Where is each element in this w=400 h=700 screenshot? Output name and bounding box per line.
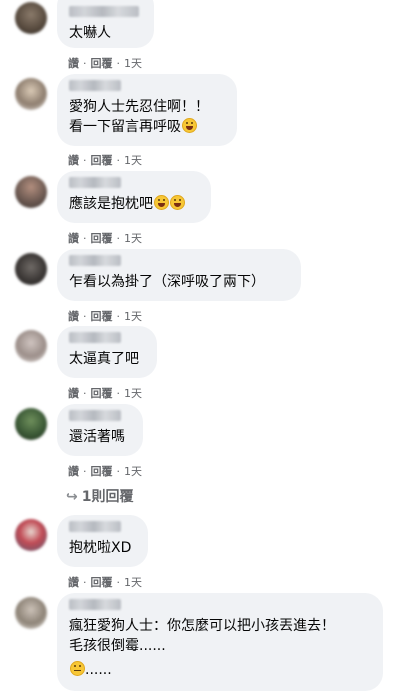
timestamp[interactable]: 1天 [124, 55, 142, 71]
comment-text: 太嚇人 [69, 25, 111, 41]
commenter-name-blurred[interactable] [69, 599, 121, 610]
like-link[interactable]: 讚 [68, 574, 79, 590]
reply-link[interactable]: 回覆 [91, 55, 113, 71]
timestamp[interactable]: 1天 [124, 574, 142, 590]
comment-text: 抱枕啦XD [69, 540, 132, 556]
commenter-name-blurred[interactable] [69, 80, 121, 91]
comment-actions: 讚 · 回覆 · 1天 [68, 385, 142, 401]
comment-bubble: 愛狗人士先忍住啊！！ 看一下留言再呼吸 [57, 74, 237, 146]
avatar[interactable] [15, 408, 47, 440]
like-link[interactable]: 讚 [68, 385, 79, 401]
comment-text-line3: ...... [69, 660, 371, 680]
comment-text: 愛狗人士先忍住啊！！ [69, 99, 209, 115]
like-link[interactable]: 讚 [68, 463, 79, 479]
comment-text: 乍看以為掛了（深呼吸了兩下） [69, 274, 265, 290]
comment-text-line2: 毛孩很倒霉...... [69, 638, 166, 654]
comment-bubble: 乍看以為掛了（深呼吸了兩下） [57, 249, 301, 301]
comment-actions: 讚 · 回覆 · 1天 [68, 574, 142, 590]
comment-bubble: 還活著嗎 [57, 404, 143, 456]
commenter-name-blurred[interactable] [69, 332, 121, 343]
like-link[interactable]: 讚 [68, 230, 79, 246]
reply-link[interactable]: 回覆 [91, 385, 113, 401]
timestamp[interactable]: 1天 [124, 230, 142, 246]
commenter-name-blurred[interactable] [69, 521, 121, 532]
commenter-name-blurred[interactable] [69, 177, 121, 188]
reply-link[interactable]: 回覆 [91, 152, 113, 168]
avatar[interactable] [15, 176, 47, 208]
comment-actions: 讚 · 回覆 · 1天 [68, 308, 142, 324]
comment-bubble: 太逼真了吧 [57, 326, 157, 378]
timestamp[interactable]: 1天 [124, 308, 142, 324]
avatar[interactable] [15, 519, 47, 551]
timestamp[interactable]: 1天 [124, 152, 142, 168]
timestamp[interactable]: 1天 [124, 385, 142, 401]
avatar[interactable] [15, 2, 47, 34]
avatar[interactable] [15, 78, 47, 110]
comment-actions: 讚 · 回覆 · 1天 [68, 55, 142, 71]
comment-text: 還活著嗎 [69, 429, 125, 445]
comment-actions: 讚 · 回覆 · 1天 [68, 230, 142, 246]
comment-bubble: 太嚇人 [57, 0, 154, 48]
comment-bubble: 瘋狂愛狗人士：你怎麼可以把小孩丟進去！ 毛孩很倒霉...... ...... [57, 593, 383, 691]
timestamp[interactable]: 1天 [124, 463, 142, 479]
commenter-name-blurred[interactable] [69, 255, 121, 266]
comment-bubble: 應該是抱枕吧 [57, 171, 211, 223]
comment-actions: 讚 · 回覆 · 1天 [68, 463, 142, 479]
laugh-cry-emoji [182, 118, 197, 133]
laugh-cry-emoji [170, 195, 185, 210]
reply-link[interactable]: 回覆 [91, 230, 113, 246]
like-link[interactable]: 讚 [68, 55, 79, 71]
comment-text: 應該是抱枕吧 [69, 194, 199, 214]
commenter-name-blurred[interactable] [69, 410, 121, 421]
reply-link[interactable]: 回覆 [91, 308, 113, 324]
comment-actions: 讚 · 回覆 · 1天 [68, 152, 142, 168]
eye-roll-emoji [70, 661, 85, 676]
comment-bubble: 抱枕啦XD [57, 515, 148, 567]
comment-text-line2: 看一下留言再呼吸 [69, 117, 225, 137]
avatar[interactable] [15, 597, 47, 629]
like-link[interactable]: 讚 [68, 308, 79, 324]
comment-text: 太逼真了吧 [69, 351, 139, 367]
view-replies-link[interactable]: ↪ 1則回覆 [66, 486, 133, 506]
laugh-cry-emoji [154, 195, 169, 210]
reply-link[interactable]: 回覆 [91, 463, 113, 479]
reply-arrow-icon: ↪ [66, 489, 78, 505]
avatar[interactable] [15, 330, 47, 362]
commenter-name-blurred[interactable] [69, 6, 139, 17]
comment-text: 瘋狂愛狗人士：你怎麼可以把小孩丟進去！ [69, 618, 335, 634]
like-link[interactable]: 讚 [68, 152, 79, 168]
reply-link[interactable]: 回覆 [91, 574, 113, 590]
avatar[interactable] [15, 253, 47, 285]
